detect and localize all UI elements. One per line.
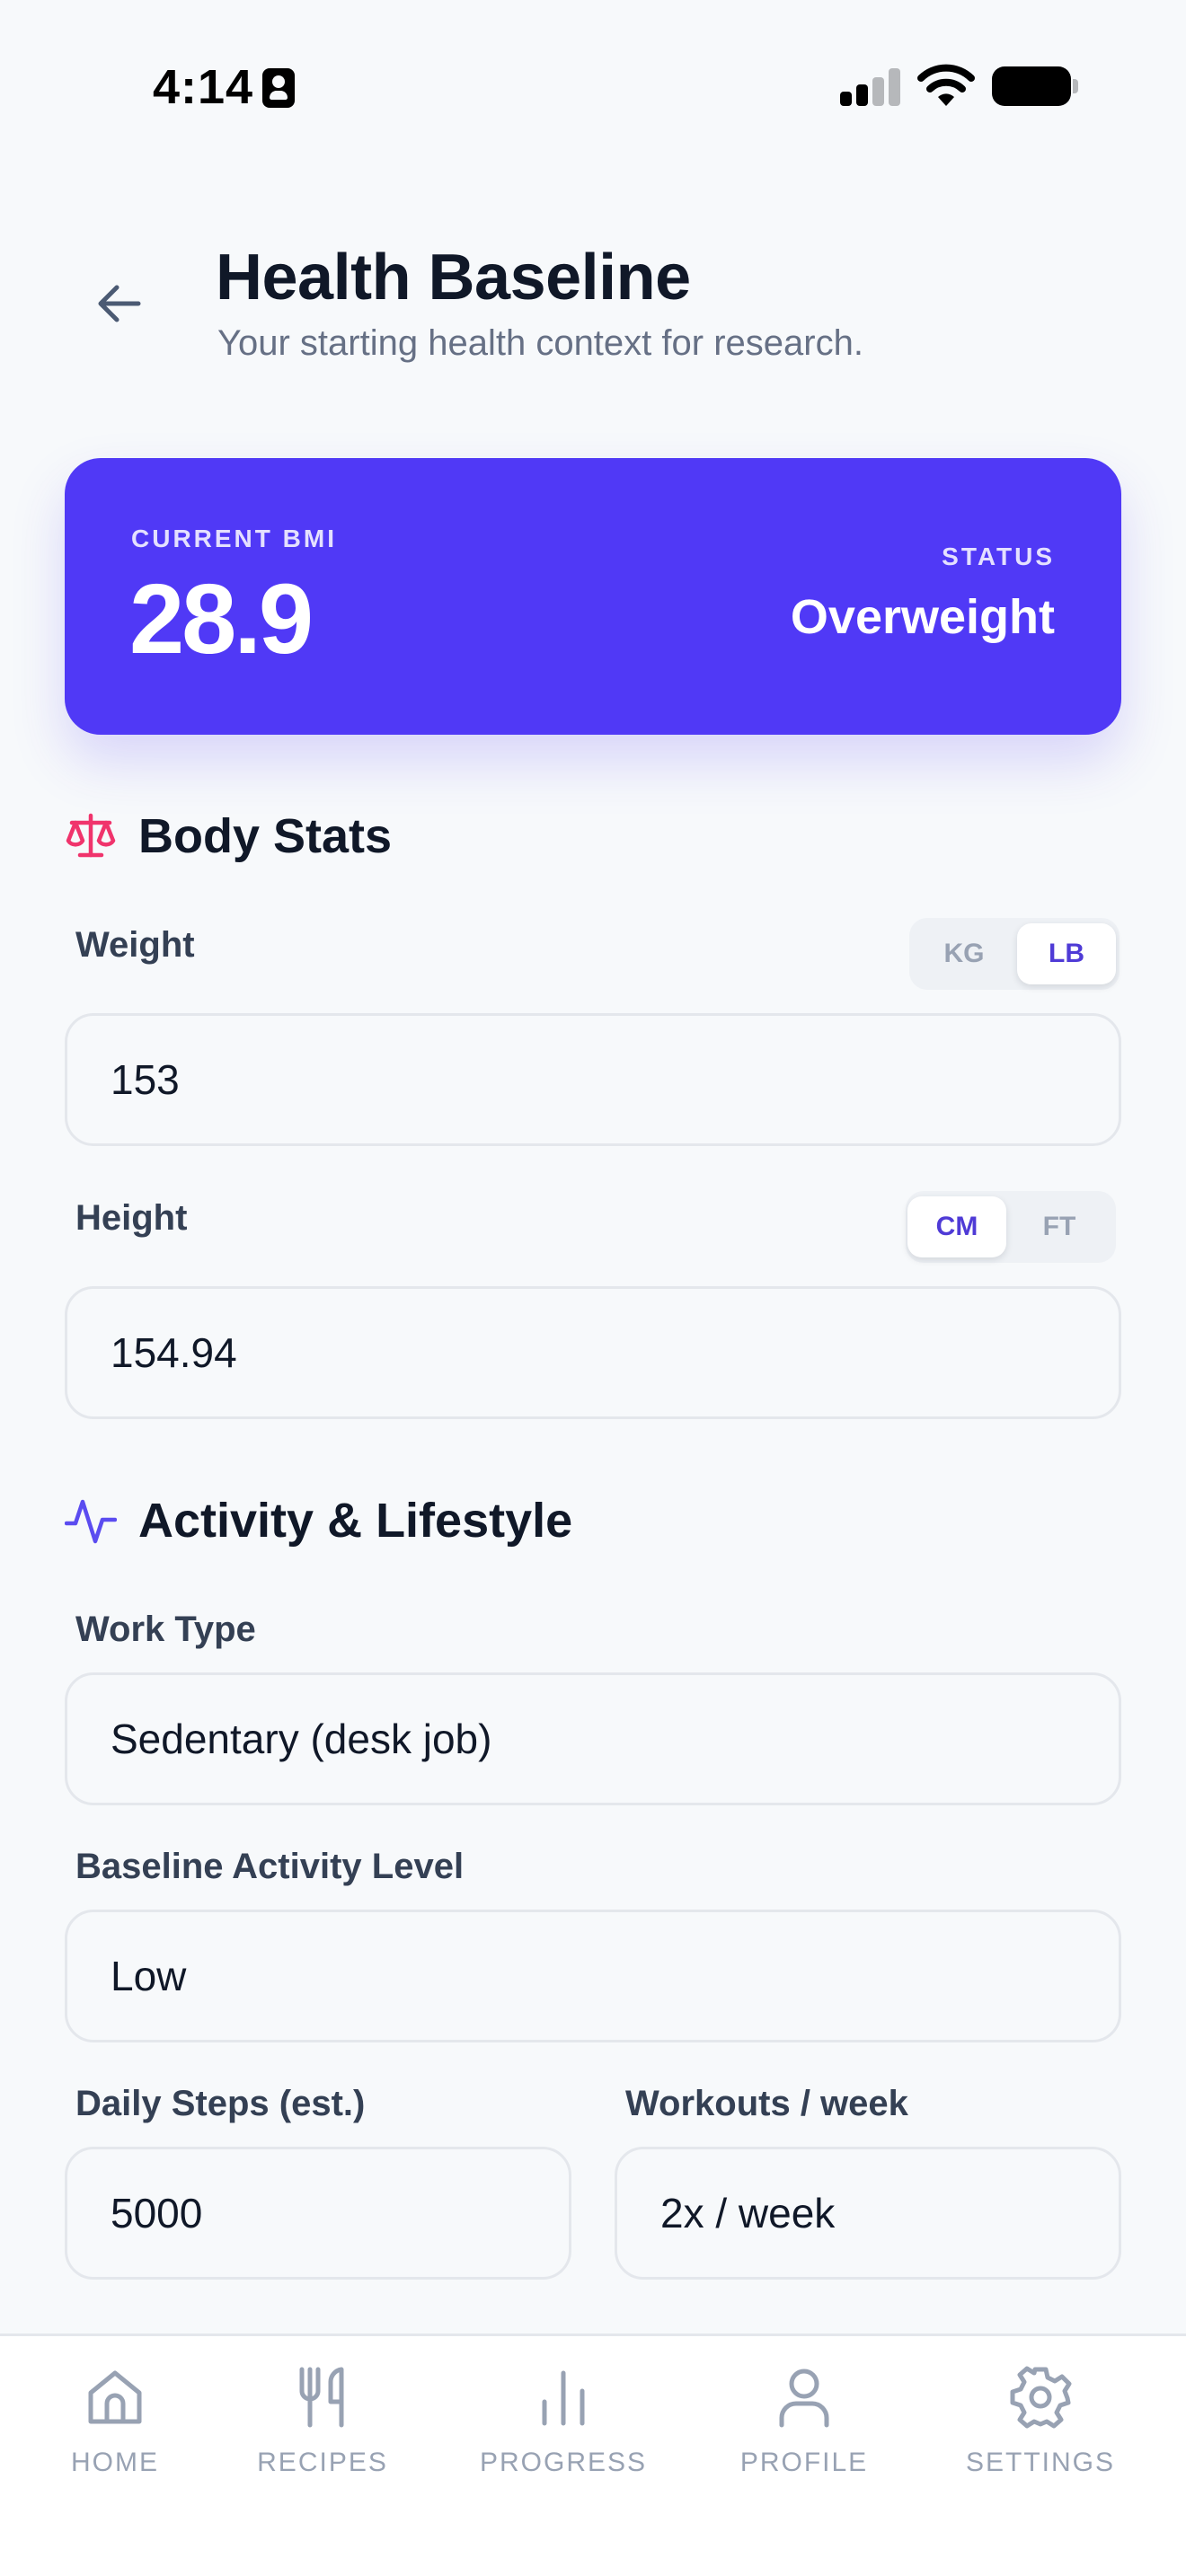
work-type-select[interactable]: Sedentary (desk job) bbox=[65, 1672, 1121, 1805]
page-title: Health Baseline bbox=[216, 242, 691, 313]
bottom-tab-bar: HOME RECIPES PROGRESS PROFILE SETTINGS bbox=[0, 2333, 1186, 2576]
bmi-status-value: Overweight bbox=[790, 590, 1055, 644]
tab-profile-label: PROFILE bbox=[739, 2448, 869, 2477]
body-stats-title: Body Stats bbox=[138, 809, 393, 863]
body-stats-header: Body Stats bbox=[65, 808, 392, 864]
weight-label: Weight bbox=[75, 925, 195, 965]
tab-profile[interactable]: PROFILE bbox=[714, 2363, 894, 2478]
tab-recipes[interactable]: RECIPES bbox=[233, 2363, 412, 2478]
battery-icon bbox=[992, 66, 1078, 106]
tab-settings[interactable]: SETTINGS bbox=[951, 2363, 1130, 2478]
wifi-icon bbox=[916, 61, 976, 108]
tab-settings-label: SETTINGS bbox=[965, 2448, 1115, 2477]
weight-unit-kg[interactable]: KG bbox=[915, 923, 1013, 984]
status-time: 4:14 bbox=[153, 60, 254, 114]
height-label: Height bbox=[75, 1198, 188, 1238]
arrow-left-icon bbox=[98, 285, 141, 322]
height-unit-toggle: CM FT bbox=[906, 1191, 1116, 1263]
weight-unit-toggle: KG LB bbox=[909, 918, 1120, 990]
status-bar: 4:14 bbox=[0, 0, 1186, 171]
workouts-select[interactable]: 2x / week bbox=[615, 2147, 1121, 2280]
back-button[interactable] bbox=[84, 269, 153, 338]
height-unit-cm[interactable]: CM bbox=[907, 1196, 1006, 1257]
scale-icon bbox=[65, 810, 117, 862]
tab-home[interactable]: HOME bbox=[25, 2363, 205, 2478]
fork-knife-icon bbox=[288, 2363, 357, 2431]
tab-progress-label: PROGRESS bbox=[479, 2448, 648, 2477]
bar-chart-icon bbox=[529, 2363, 597, 2431]
page-subtitle: Your starting health context for researc… bbox=[217, 323, 863, 363]
focus-mode-icon bbox=[262, 68, 295, 108]
user-icon bbox=[770, 2363, 838, 2431]
workouts-label: Workouts / week bbox=[625, 2084, 908, 2123]
activity-level-label: Baseline Activity Level bbox=[75, 1847, 465, 1886]
bmi-value: 28.9 bbox=[129, 564, 314, 675]
activity-pulse-icon bbox=[65, 1495, 117, 1547]
bmi-card: CURRENT BMI 28.9 STATUS Overweight bbox=[65, 458, 1121, 735]
tab-recipes-label: RECIPES bbox=[257, 2448, 388, 2477]
cellular-signal-icon bbox=[840, 68, 901, 106]
bmi-label: CURRENT BMI bbox=[131, 525, 337, 552]
activity-title: Activity & Lifestyle bbox=[138, 1494, 573, 1548]
work-type-label: Work Type bbox=[75, 1610, 256, 1649]
gear-icon bbox=[1006, 2363, 1075, 2431]
activity-level-select[interactable]: Low bbox=[65, 1910, 1121, 2042]
bmi-status-label: STATUS bbox=[942, 543, 1055, 570]
page-header: Health Baseline Your starting health con… bbox=[0, 216, 1186, 377]
tab-progress[interactable]: PROGRESS bbox=[474, 2363, 653, 2478]
height-unit-ft[interactable]: FT bbox=[1010, 1196, 1109, 1257]
tab-home-label: HOME bbox=[71, 2448, 159, 2477]
home-icon bbox=[81, 2363, 149, 2431]
weight-input[interactable]: 153 bbox=[65, 1013, 1121, 1146]
daily-steps-label: Daily Steps (est.) bbox=[75, 2084, 366, 2123]
activity-header: Activity & Lifestyle bbox=[65, 1493, 572, 1548]
weight-unit-lb[interactable]: LB bbox=[1017, 923, 1116, 984]
height-input[interactable]: 154.94 bbox=[65, 1286, 1121, 1419]
daily-steps-input[interactable]: 5000 bbox=[65, 2147, 571, 2280]
